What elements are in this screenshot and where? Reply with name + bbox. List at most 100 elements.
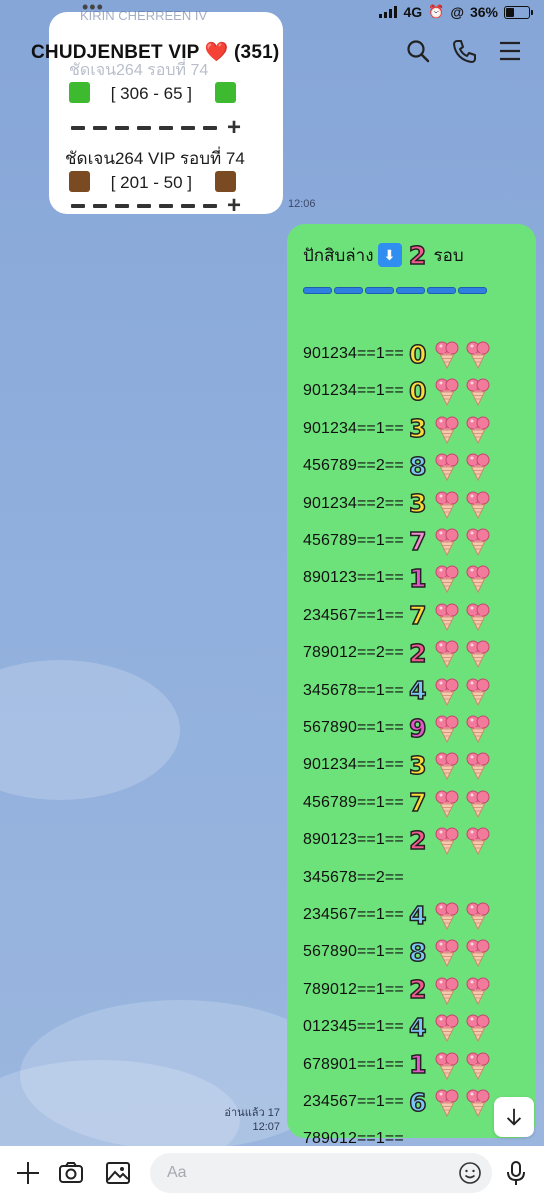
heart-cone-icon <box>433 339 461 370</box>
number-row: 456789==1== 7 <box>303 526 492 557</box>
menu-icon[interactable] <box>497 38 523 64</box>
heart-cone-icon <box>433 451 461 482</box>
signal-icon <box>379 6 398 18</box>
heart-cone-icon <box>464 713 492 744</box>
battery-label: 36% <box>469 4 498 20</box>
highlight-digit: 8 <box>408 937 427 967</box>
number-row: 901234==1== 0 <box>303 339 492 370</box>
plus-icon[interactable] <box>14 1159 42 1187</box>
phone-icon[interactable] <box>451 38 477 64</box>
number-row-text: 901234==1== <box>303 345 404 362</box>
status-bar: ••• KIRIN CHERREEN IV 4G ⏰ @ 36% <box>0 0 544 24</box>
dash-divider: + <box>71 194 241 218</box>
heart-cone-icon <box>464 1050 492 1080</box>
heart-cone-icon <box>433 788 461 818</box>
highlight-digit: 1 <box>408 1050 427 1080</box>
highlight-digit: 7 <box>408 526 427 556</box>
number-row: 234567==1== 4 <box>303 900 492 931</box>
heart-cone-icon <box>433 825 461 856</box>
number-row-text: 456789==1== <box>303 532 404 549</box>
number-row: 456789==1== 7 <box>303 788 492 818</box>
heart-cone-icon <box>433 750 461 781</box>
highlight-digit: 3 <box>408 489 427 519</box>
faded-contact-name: KIRIN CHERREEN IV <box>80 8 208 23</box>
heart-cone-icon <box>433 975 461 1005</box>
number-row: 678901==1== 1 <box>303 1050 492 1080</box>
search-icon[interactable] <box>405 38 431 64</box>
number-row-text: 012345==1== <box>303 1018 404 1036</box>
highlight-digit: 2 <box>408 638 427 668</box>
heart-cone-icon <box>464 750 492 781</box>
message-input[interactable]: Aa <box>150 1153 492 1193</box>
number-row-text: 234567==1== <box>303 1093 404 1110</box>
number-row-text: 234567==1== <box>303 606 404 624</box>
network-label: 4G <box>403 4 423 20</box>
brown-square-icon <box>69 171 90 192</box>
heart-cone-icon <box>464 900 492 931</box>
highlight-digit: 2 <box>408 975 427 1005</box>
number-row: 901234==2== 3 <box>303 489 492 519</box>
battery-icon <box>504 5 533 19</box>
result-line-1: [ 306 - 65 ] <box>69 82 236 104</box>
number-row: 901234==1== 3 <box>303 750 492 781</box>
read-receipt: อ่านแล้ว 17 12:07 <box>224 1107 280 1133</box>
heart-cone-icon <box>433 489 461 519</box>
mic-icon[interactable] <box>502 1159 530 1187</box>
number-row-text: 234567==1== <box>303 906 404 923</box>
highlight-digit: 1 <box>408 563 427 593</box>
round-label: ชัดเจน264 VIP รอบที่ 74 <box>65 149 245 168</box>
number-row-text: 456789==2== <box>303 457 404 475</box>
image-icon[interactable] <box>104 1159 132 1187</box>
heart-cone-icon <box>464 1087 492 1118</box>
heart-cone-icon <box>464 601 492 631</box>
blue-dash-divider <box>303 287 487 294</box>
highlight-digit: 7 <box>408 601 427 631</box>
number-row: 890123==1== 2 <box>303 825 492 856</box>
highlight-digit: 0 <box>408 339 427 369</box>
highlight-digit: 4 <box>408 676 427 706</box>
heart-cone-icon <box>433 601 461 631</box>
heart-cone-icon <box>464 825 492 856</box>
down-arrow-icon: ⬇ <box>377 243 402 267</box>
number-row: 234567==1== 7 <box>303 601 492 631</box>
input-placeholder: Aa <box>167 1164 187 1181</box>
highlight-digit: 3 <box>408 414 427 444</box>
heart-cone-icon <box>464 1012 492 1043</box>
number-row-text: 567890==1== <box>303 719 404 736</box>
number-row-text: 678901==1== <box>303 1055 404 1073</box>
scroll-down-button[interactable] <box>494 1097 534 1137</box>
highlight-digit: 8 <box>408 451 427 481</box>
heart-cone-icon <box>433 638 461 669</box>
camera-icon[interactable] <box>57 1159 85 1187</box>
heart-cone-icon <box>464 788 492 818</box>
number-row: 012345==1== 4 <box>303 1012 492 1043</box>
message-composer: Aa <box>0 1146 544 1200</box>
heart-cone-icon <box>464 526 492 557</box>
heart-cone-icon <box>433 376 461 407</box>
number-row: 234567==1== 6 <box>303 1087 492 1118</box>
number-row-text: 901234==1== <box>303 419 404 437</box>
number-row-text: 789012==2== <box>303 644 404 662</box>
number-row-text: 890123==1== <box>303 569 404 587</box>
heart-cone-icon <box>464 489 492 519</box>
alarm-icon: ⏰ <box>428 4 445 19</box>
green-square-icon <box>214 82 236 103</box>
outgoing-message-bubble[interactable]: ปักสิบล่าง ⬇ 2 รอบ 901234==1== 0 901234==1… <box>287 224 536 1147</box>
heart-cone-icon <box>433 676 461 706</box>
green-square-icon <box>69 82 90 103</box>
heart-cone-icon <box>433 1050 461 1080</box>
heart-cone-icon <box>464 937 492 968</box>
message-header: ปักสิบล่าง ⬇ 2 รอบ <box>303 240 464 270</box>
number-row-text: 567890==1== <box>303 943 404 961</box>
heart-cone-icon <box>433 1087 461 1118</box>
rotation-lock-icon: @ <box>450 4 464 20</box>
dash-divider: + <box>71 116 241 140</box>
highlight-digit: 2 <box>408 825 427 855</box>
number-row-text: 456789==1== <box>303 793 404 811</box>
highlight-digit: 6 <box>408 1087 427 1117</box>
emoji-icon[interactable] <box>458 1161 482 1190</box>
number-row: 890123==1== 1 <box>303 563 492 594</box>
heart-cone-icon <box>433 563 461 594</box>
highlight-digit: 0 <box>408 376 427 406</box>
number-row: 567890==1== 9 <box>303 713 492 744</box>
